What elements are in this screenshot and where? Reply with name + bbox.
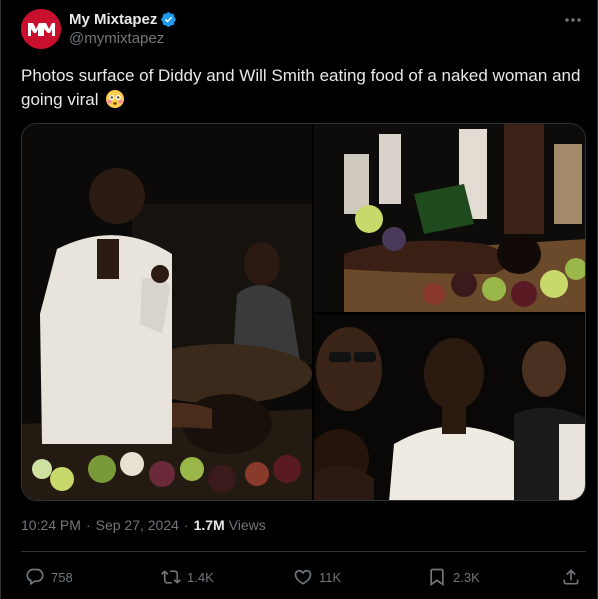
photo-2[interactable] bbox=[314, 124, 585, 312]
heart-icon bbox=[294, 569, 312, 585]
more-options-icon[interactable] bbox=[563, 10, 583, 30]
share-icon bbox=[563, 569, 579, 585]
repost-button[interactable]: 1.4K bbox=[161, 565, 214, 589]
meta-separator: · bbox=[85, 517, 91, 533]
verified-badge-icon[interactable] bbox=[160, 11, 177, 28]
author-handle[interactable]: @mymixtapez bbox=[69, 30, 164, 47]
bookmark-count: 2.3K bbox=[453, 569, 480, 585]
photo-1[interactable] bbox=[22, 124, 312, 500]
views-count[interactable]: 1.7M bbox=[194, 517, 225, 533]
tweet-meta: 10:24 PM · Sep 27, 2024 · 1.7M Views bbox=[21, 517, 266, 533]
bookmark-icon bbox=[430, 568, 444, 587]
reply-button[interactable]: 758 bbox=[25, 565, 73, 589]
author-name-row: My Mixtapez bbox=[69, 9, 177, 29]
like-count: 11K bbox=[319, 569, 342, 585]
share-button[interactable] bbox=[561, 565, 581, 589]
tweet-date[interactable]: Sep 27, 2024 bbox=[96, 517, 179, 533]
media-grid bbox=[21, 123, 586, 501]
like-button[interactable]: 11K bbox=[293, 565, 341, 589]
meta-separator: · bbox=[183, 517, 189, 533]
reply-count: 758 bbox=[51, 569, 73, 585]
tweet-card: My Mixtapez @mymixtapez Photos surface o… bbox=[0, 0, 598, 599]
avatar-logo-icon bbox=[21, 9, 61, 49]
views-label: Views bbox=[228, 517, 266, 533]
tweet-time[interactable]: 10:24 PM bbox=[21, 517, 81, 533]
author-display-name[interactable]: My Mixtapez bbox=[69, 11, 157, 28]
action-bar: 758 1.4K 11K 2.3K bbox=[21, 565, 586, 589]
avatar[interactable] bbox=[21, 9, 61, 49]
photo-3[interactable] bbox=[314, 314, 585, 500]
flushed-face-emoji-icon bbox=[105, 89, 125, 109]
bookmark-button[interactable]: 2.3K bbox=[427, 565, 480, 589]
reply-icon bbox=[26, 568, 44, 586]
tweet-text: Photos surface of Diddy and Will Smith e… bbox=[21, 64, 581, 112]
divider bbox=[21, 551, 586, 552]
repost-icon bbox=[161, 570, 181, 584]
repost-count: 1.4K bbox=[187, 569, 214, 585]
